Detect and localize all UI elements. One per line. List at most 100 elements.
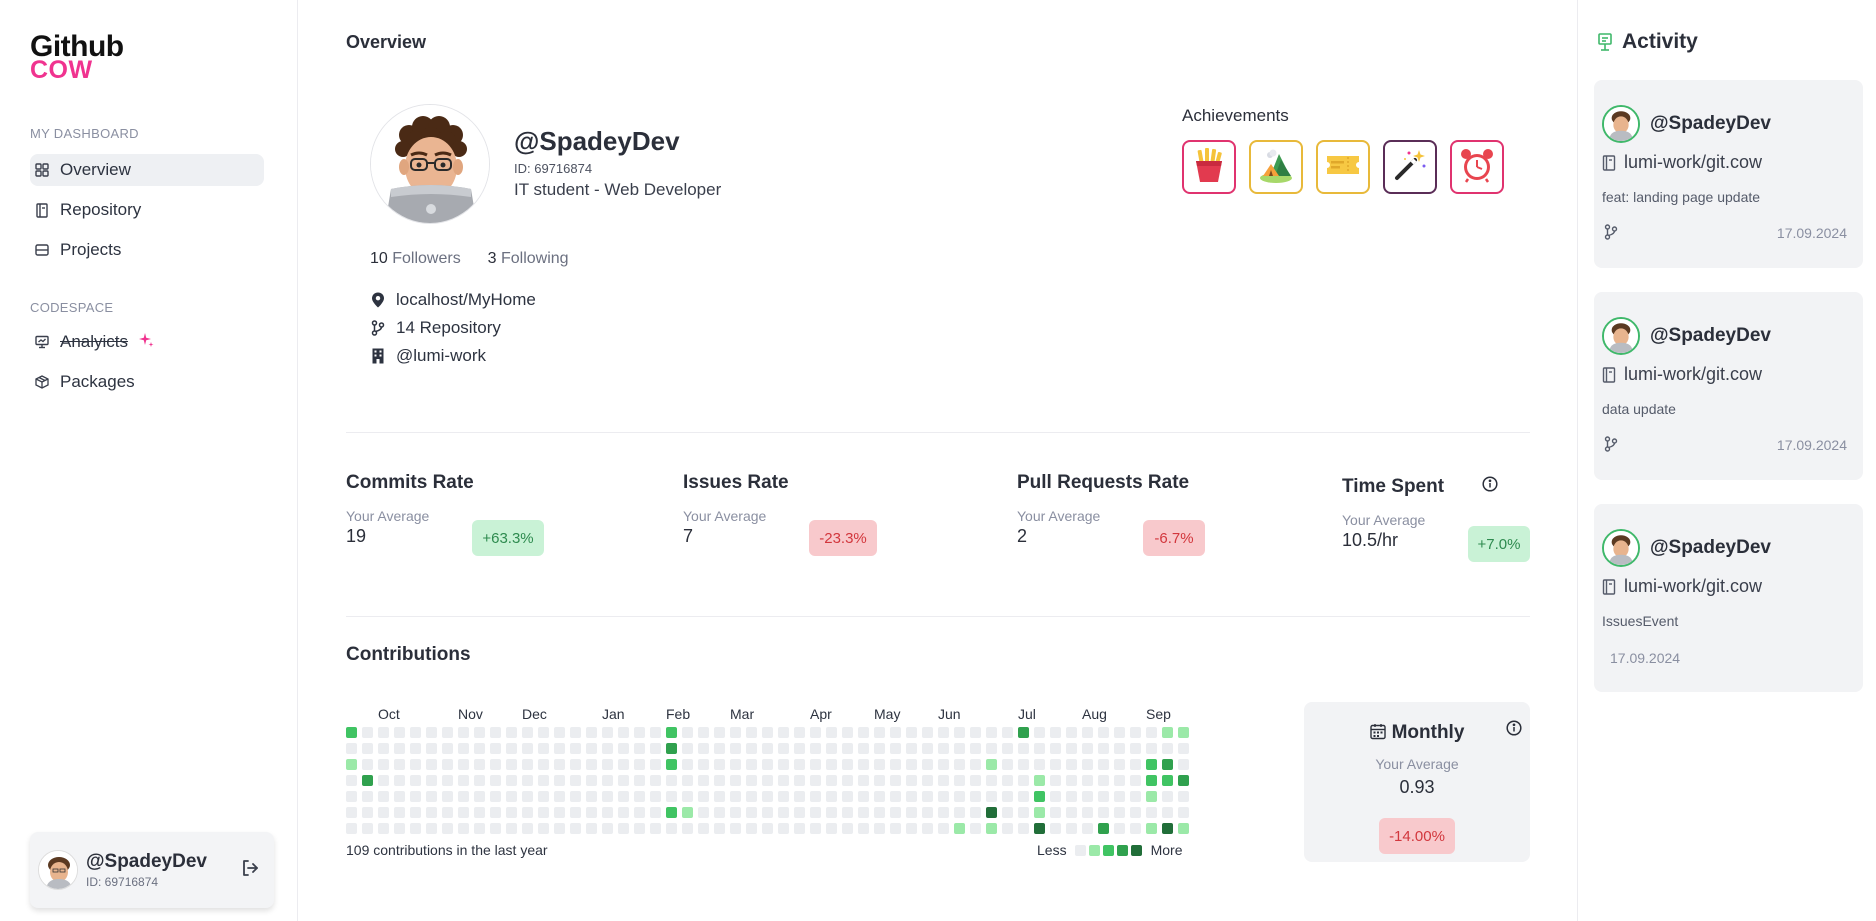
activity-repo[interactable]: lumi-work/git.cow — [1602, 364, 1762, 385]
contribution-cell[interactable] — [1034, 759, 1045, 770]
contribution-cell[interactable] — [954, 743, 965, 754]
contribution-cell[interactable] — [1018, 791, 1029, 802]
contribution-cell[interactable] — [970, 775, 981, 786]
contribution-cell[interactable] — [1162, 807, 1173, 818]
contribution-cell[interactable] — [778, 775, 789, 786]
contribution-cell[interactable] — [442, 823, 453, 834]
contribution-cell[interactable] — [522, 807, 533, 818]
contribution-cell[interactable] — [762, 727, 773, 738]
contribution-cell[interactable] — [1178, 791, 1189, 802]
contribution-cell[interactable] — [874, 807, 885, 818]
contribution-cell[interactable] — [954, 791, 965, 802]
contribution-cell[interactable] — [858, 743, 869, 754]
contribution-cell[interactable] — [970, 807, 981, 818]
contribution-cell[interactable] — [730, 743, 741, 754]
contribution-cell[interactable] — [986, 823, 997, 834]
followers-link[interactable]: 10 Followers — [370, 250, 461, 267]
contribution-cell[interactable] — [730, 775, 741, 786]
contribution-cell[interactable] — [1114, 791, 1125, 802]
contribution-cell[interactable] — [954, 727, 965, 738]
contribution-cell[interactable] — [746, 759, 757, 770]
contribution-cell[interactable] — [986, 759, 997, 770]
contribution-cell[interactable] — [826, 759, 837, 770]
contribution-cell[interactable] — [1114, 823, 1125, 834]
logout-icon[interactable] — [240, 858, 260, 883]
contribution-cell[interactable] — [1034, 823, 1045, 834]
contribution-cell[interactable] — [682, 791, 693, 802]
contribution-cell[interactable] — [378, 807, 389, 818]
contribution-cell[interactable] — [858, 823, 869, 834]
contribution-cell[interactable] — [634, 807, 645, 818]
contribution-cell[interactable] — [490, 775, 501, 786]
app-logo[interactable]: Github COW — [30, 32, 124, 82]
contribution-cell[interactable] — [458, 823, 469, 834]
contribution-cell[interactable] — [746, 727, 757, 738]
contribution-cell[interactable] — [890, 807, 901, 818]
sidebar-item-projects[interactable]: Projects — [30, 234, 264, 266]
contribution-cell[interactable] — [1034, 775, 1045, 786]
contribution-cell[interactable] — [954, 775, 965, 786]
contribution-cell[interactable] — [586, 791, 597, 802]
contribution-cell[interactable] — [554, 823, 565, 834]
contribution-cell[interactable] — [986, 807, 997, 818]
contribution-cell[interactable] — [1146, 759, 1157, 770]
contribution-cell[interactable] — [730, 759, 741, 770]
profile-organization[interactable]: @lumi-work — [370, 346, 486, 366]
contribution-cell[interactable] — [1162, 775, 1173, 786]
contribution-cell[interactable] — [490, 727, 501, 738]
contribution-cell[interactable] — [874, 791, 885, 802]
contribution-cell[interactable] — [490, 823, 501, 834]
contribution-cell[interactable] — [842, 743, 853, 754]
contribution-cell[interactable] — [474, 727, 485, 738]
contribution-cell[interactable] — [570, 743, 581, 754]
contribution-cell[interactable] — [410, 807, 421, 818]
contribution-cell[interactable] — [506, 823, 517, 834]
contribution-cell[interactable] — [986, 791, 997, 802]
contribution-cell[interactable] — [794, 727, 805, 738]
contribution-cell[interactable] — [1162, 791, 1173, 802]
contribution-cell[interactable] — [346, 759, 357, 770]
contribution-cell[interactable] — [826, 727, 837, 738]
contribution-cell[interactable] — [666, 743, 677, 754]
contribution-cell[interactable] — [474, 807, 485, 818]
contribution-cell[interactable] — [362, 807, 373, 818]
contribution-cell[interactable] — [906, 807, 917, 818]
contribution-cell[interactable] — [890, 823, 901, 834]
contribution-cell[interactable] — [938, 759, 949, 770]
contribution-cell[interactable] — [410, 791, 421, 802]
contribution-cell[interactable] — [1114, 743, 1125, 754]
contribution-cell[interactable] — [1018, 775, 1029, 786]
contribution-cell[interactable] — [1130, 791, 1141, 802]
contribution-cell[interactable] — [1066, 743, 1077, 754]
contribution-cell[interactable] — [826, 791, 837, 802]
contribution-cell[interactable] — [602, 807, 613, 818]
contribution-cell[interactable] — [922, 743, 933, 754]
contribution-cell[interactable] — [858, 807, 869, 818]
contribution-cell[interactable] — [410, 727, 421, 738]
contribution-cell[interactable] — [586, 743, 597, 754]
contribution-cell[interactable] — [874, 727, 885, 738]
contribution-cell[interactable] — [394, 807, 405, 818]
contribution-cell[interactable] — [1178, 807, 1189, 818]
contribution-cell[interactable] — [618, 807, 629, 818]
contribution-cell[interactable] — [538, 791, 549, 802]
contribution-cell[interactable] — [618, 743, 629, 754]
contribution-cell[interactable] — [1082, 743, 1093, 754]
contribution-cell[interactable] — [938, 743, 949, 754]
contribution-cell[interactable] — [458, 807, 469, 818]
contribution-cell[interactable] — [394, 727, 405, 738]
info-icon[interactable] — [1506, 720, 1522, 736]
contribution-cell[interactable] — [538, 743, 549, 754]
contribution-cell[interactable] — [1066, 823, 1077, 834]
contribution-cell[interactable] — [522, 775, 533, 786]
profile-repositories[interactable]: 14 Repository — [370, 318, 501, 338]
contribution-cell[interactable] — [1098, 727, 1109, 738]
contribution-cell[interactable] — [938, 791, 949, 802]
contribution-cell[interactable] — [858, 775, 869, 786]
contribution-cell[interactable] — [1178, 775, 1189, 786]
contribution-cell[interactable] — [730, 791, 741, 802]
contribution-cell[interactable] — [666, 727, 677, 738]
contribution-cell[interactable] — [826, 807, 837, 818]
contribution-cell[interactable] — [634, 791, 645, 802]
contribution-cell[interactable] — [1066, 791, 1077, 802]
